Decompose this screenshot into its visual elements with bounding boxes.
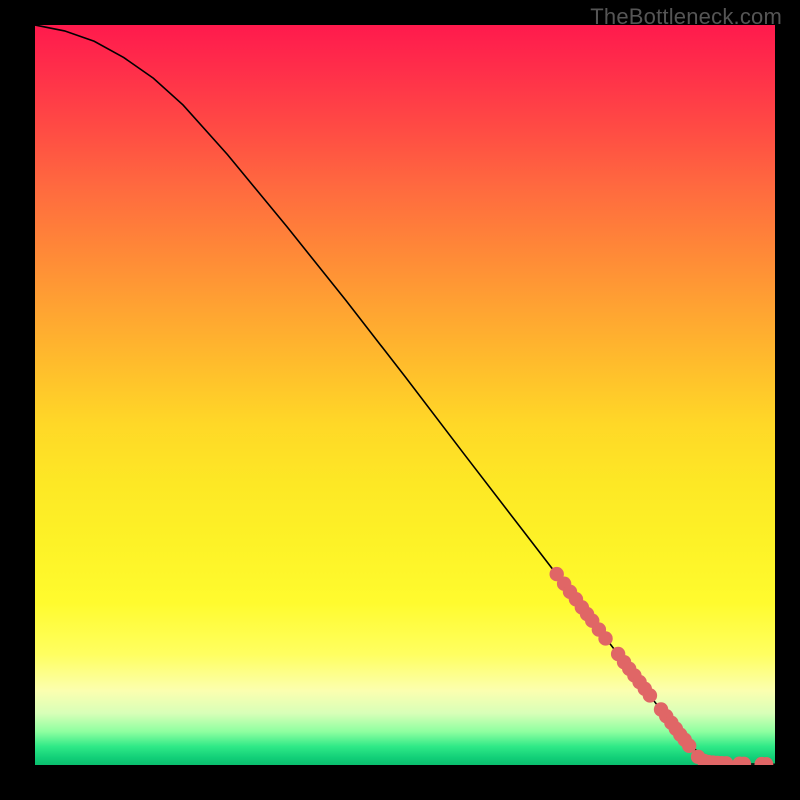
chart-marker bbox=[643, 688, 657, 702]
chart-plot-area bbox=[35, 25, 775, 765]
watermark-text: TheBottleneck.com bbox=[590, 4, 782, 30]
chart-curve bbox=[35, 25, 775, 764]
chart-svg-overlay bbox=[35, 25, 775, 765]
chart-marker bbox=[598, 631, 612, 645]
chart-markers bbox=[550, 567, 774, 765]
